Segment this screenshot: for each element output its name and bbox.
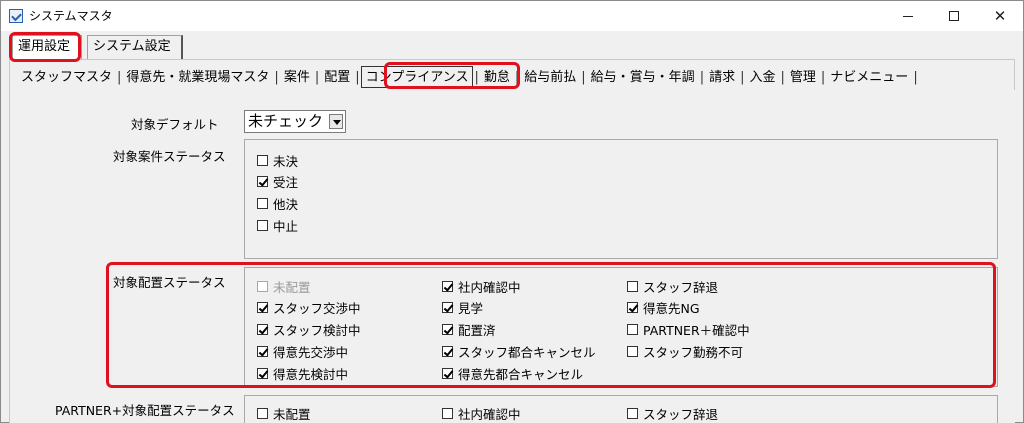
close-icon: ✕ [993,7,1007,25]
app-icon [9,9,23,23]
checkbox-box[interactable] [257,176,268,187]
highlight-compliance-tab [384,62,520,89]
checkbox-partner-mihaichi[interactable]: 未配置 [257,404,311,423]
window-title: システムマスタ [29,9,113,23]
checkbox-anken-juchu[interactable]: 受注 [257,172,298,191]
close-button[interactable]: ✕ [977,1,1023,31]
tab-staff-master[interactable]: スタッフマスタ [17,67,116,89]
checkbox-box[interactable] [257,408,268,419]
anken-status-group [244,139,998,259]
tab-haichi[interactable]: 配置 [320,67,354,89]
checkbox-box[interactable] [257,155,268,166]
partner-status-label: PARTNER+対象配置ステータス [55,403,235,418]
tab-nyukin[interactable]: 入金 [745,67,779,89]
default-select[interactable]: 未チェック [244,110,346,133]
minimize-button[interactable] [885,1,931,31]
default-label: 対象デフォルト [131,117,219,132]
partner-status-group [244,395,998,423]
tab-kyuyo-shoyo-nencho[interactable]: 給与・賞与・年調 [587,67,699,89]
tab-seikyu[interactable]: 請求 [705,67,739,89]
title-bar: システムマスタ ✕ [1,1,1023,31]
tab-separator: | [913,70,918,85]
checkbox-box[interactable] [627,408,638,419]
highlight-haichi-section [106,262,996,388]
default-select-value: 未チェック [248,112,324,130]
tab-kanri[interactable]: 管理 [786,67,820,89]
minimize-icon [903,15,913,17]
checkbox-box[interactable] [442,408,453,419]
checkbox-anken-taketsu[interactable]: 他決 [257,194,298,213]
tab-customer-master[interactable]: 得意先・就業現場マスタ [122,67,273,89]
tab-navi-menu[interactable]: ナビメニュー [826,67,912,89]
checkbox-anken-chushi[interactable]: 中止 [257,216,298,235]
checkbox-partner-shanai-kakunin[interactable]: 社内確認中 [442,404,521,423]
highlight-unyo-tab [9,32,81,62]
tab-kyuyo-maebarai[interactable]: 給与前払 [520,67,580,89]
checkbox-partner-staff-jitai[interactable]: スタッフ辞退 [627,404,718,423]
chevron-down-icon[interactable] [329,114,343,129]
checkbox-box[interactable] [257,198,268,209]
tab-anken[interactable]: 案件 [280,67,314,89]
checkbox-anken-miketsu[interactable]: 未決 [257,151,298,170]
checkbox-box[interactable] [257,220,268,231]
maximize-button[interactable] [931,1,977,31]
maximize-icon [949,11,959,21]
system-master-window: システムマスタ ✕ 運用設定 システム設定 スタッフマスタ | 得意先・就業現場マス… [0,0,1024,423]
tab-system-settei[interactable]: システム設定 [87,35,183,59]
anken-status-label: 対象案件ステータス [113,149,226,164]
